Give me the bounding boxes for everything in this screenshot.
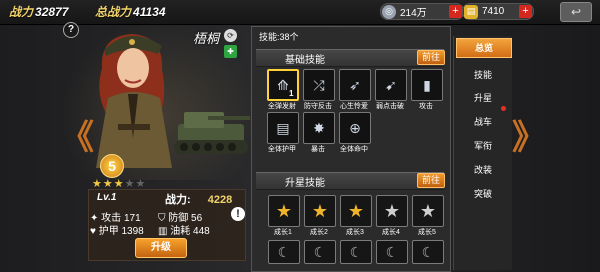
hero-name: 梧桐: [193, 31, 220, 46]
skill-slot[interactable]: ✸: [303, 112, 335, 144]
skill-slot[interactable]: ⟰: [267, 69, 299, 101]
skill-slot[interactable]: ⤮: [303, 69, 335, 101]
fuel-icon: ▥: [158, 226, 168, 237]
star-skill-label: 成长3: [346, 229, 364, 236]
skill-slot[interactable]: ▤: [267, 112, 299, 144]
armor-icon: ♥: [90, 226, 96, 237]
locked-skill-slot[interactable]: ☾: [304, 240, 336, 264]
star-skill-slot[interactable]: ★: [376, 195, 408, 227]
upgrade-button[interactable]: 升级: [135, 238, 187, 258]
moon-icon: ☾: [313, 244, 327, 260]
star-skill-slot[interactable]: ★: [340, 195, 372, 227]
star-icon: ★: [383, 201, 401, 221]
missile-icon: ⟰: [277, 77, 289, 93]
star-skills-title: 升星技能: [285, 178, 325, 189]
moon-icon: ☾: [385, 244, 399, 260]
hero-level: Lv.1: [97, 192, 117, 203]
star-skill-label: 成长2: [310, 229, 328, 236]
tab-item[interactable]: 技能: [456, 66, 510, 84]
prev-hero-arrow[interactable]: 《: [60, 110, 94, 159]
shell-icon: ▮: [423, 77, 431, 93]
skill-count: 技能:38个: [259, 32, 299, 42]
star-skill-slot[interactable]: ★: [412, 195, 444, 227]
battle-power: 战力 32877: [9, 5, 69, 19]
moon-icon: ☾: [349, 244, 363, 260]
back-button[interactable]: ↩: [560, 2, 592, 22]
shield-strike-icon: ⤮: [313, 77, 325, 93]
tab-item[interactable]: 突破: [456, 185, 510, 203]
star-skill-label: 成长5: [418, 229, 436, 236]
stat-fuel: ▥ 油耗 448: [158, 226, 210, 237]
locked-skill-slot[interactable]: ☾: [376, 240, 408, 264]
skill-label: 心生怜爱: [340, 103, 368, 110]
total-battle-power: 总战力 41134: [95, 5, 166, 19]
notification-dot: [501, 106, 506, 111]
star-icon: ★: [347, 201, 365, 221]
skill-label: 全弹发射: [268, 103, 296, 110]
gold-coin-icon: ▤: [464, 4, 478, 19]
star-icon: ★: [275, 201, 293, 221]
back-arrow-icon: ↩: [570, 5, 582, 19]
locked-skill-slot[interactable]: ☾: [412, 240, 444, 264]
heart-arrow-icon: ➶: [349, 77, 361, 93]
add-gold-button[interactable]: +: [519, 5, 532, 18]
star-icon: ★: [419, 201, 437, 221]
star-icon: ★: [311, 201, 329, 221]
silver-amount: 214万: [400, 8, 427, 19]
info-alert-icon[interactable]: !: [231, 207, 245, 221]
skill-slot[interactable]: ➶: [339, 69, 371, 101]
rocket-icon: ➹: [385, 77, 397, 93]
crosshair-icon: ⊕: [349, 120, 361, 136]
skill-label: 暴击: [311, 146, 325, 153]
next-hero-arrow[interactable]: 》: [512, 110, 546, 159]
silver-currency: ◎ 214万 +: [380, 3, 464, 20]
tab-item[interactable]: 升星: [456, 89, 510, 107]
basic-skills-title: 基础技能: [285, 55, 325, 66]
skill-label: 全体护甲: [268, 146, 296, 153]
faction-icon: ✚: [224, 45, 237, 58]
armor-icon: ▤: [276, 120, 290, 136]
skill-slot[interactable]: ⊕: [339, 112, 371, 144]
skill-slot[interactable]: ➹: [375, 69, 407, 101]
skill-slot[interactable]: ▮: [411, 69, 443, 101]
silver-coin-icon: ◎: [382, 4, 396, 19]
tab-item[interactable]: 总览: [456, 38, 512, 58]
gold-amount: 7410: [482, 6, 505, 17]
skill-label: 全体命中: [340, 146, 368, 153]
star-skill-label: 成长4: [382, 229, 400, 236]
gold-currency: ▤ 7410 +: [462, 3, 534, 20]
tab-item[interactable]: 改装: [456, 161, 510, 179]
locked-skill-slot[interactable]: ☾: [268, 240, 300, 264]
star-skill-label: 成长1: [274, 229, 292, 236]
explosion-icon: ✸: [313, 120, 325, 136]
skill-label: 弱点击破: [376, 103, 404, 110]
star-skills-goto-button[interactable]: 前往: [417, 173, 445, 188]
star-badge: 5: [100, 154, 124, 178]
stat-armor: ♥ 护甲 1398: [90, 226, 144, 237]
tab-item[interactable]: 战车: [456, 113, 510, 131]
star-skill-slot[interactable]: ★: [304, 195, 336, 227]
hero-power: 战力: 4228: [165, 194, 233, 206]
add-silver-button[interactable]: +: [449, 5, 462, 18]
basic-skills-goto-button[interactable]: 前往: [417, 50, 445, 65]
tab-item[interactable]: 军衔: [456, 137, 510, 155]
moon-icon: ☾: [421, 244, 435, 260]
skill-label: 攻击: [419, 103, 433, 110]
locked-skill-slot[interactable]: ☾: [340, 240, 372, 264]
skill-level: 1: [289, 89, 294, 98]
skill-label: 防守反击: [304, 103, 332, 110]
help-icon[interactable]: ?: [63, 22, 79, 38]
star-skill-slot[interactable]: ★: [268, 195, 300, 227]
swap-icon[interactable]: ⟳: [224, 29, 237, 42]
moon-icon: ☾: [277, 244, 291, 260]
